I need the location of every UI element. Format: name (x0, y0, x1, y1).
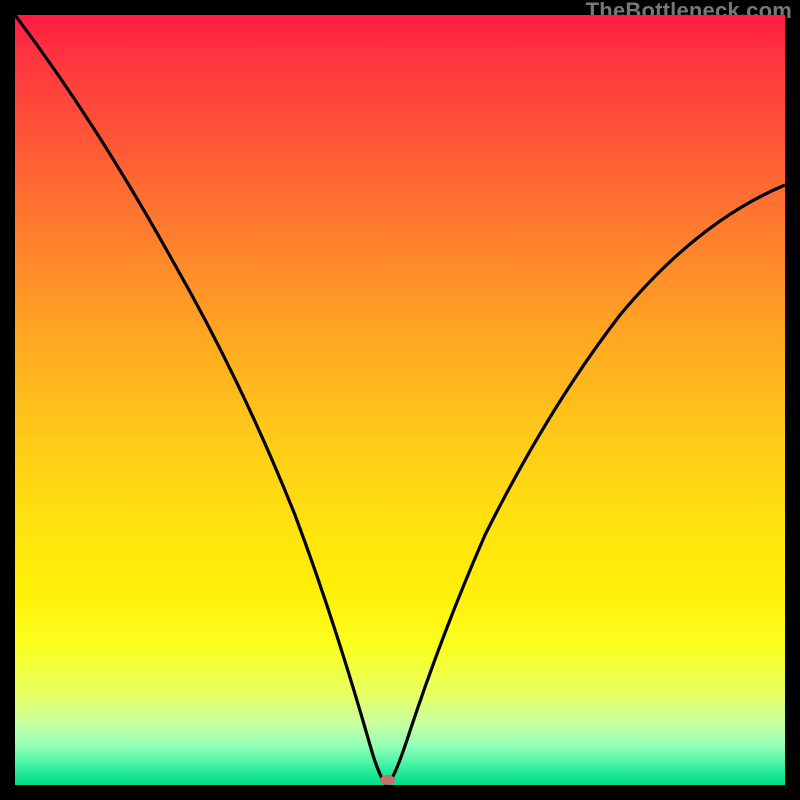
plot-area (15, 15, 785, 785)
bottleneck-curve (15, 15, 785, 785)
minimum-marker (380, 775, 395, 785)
chart-container: TheBottleneck.com (0, 0, 800, 800)
curve-layer (15, 15, 785, 785)
